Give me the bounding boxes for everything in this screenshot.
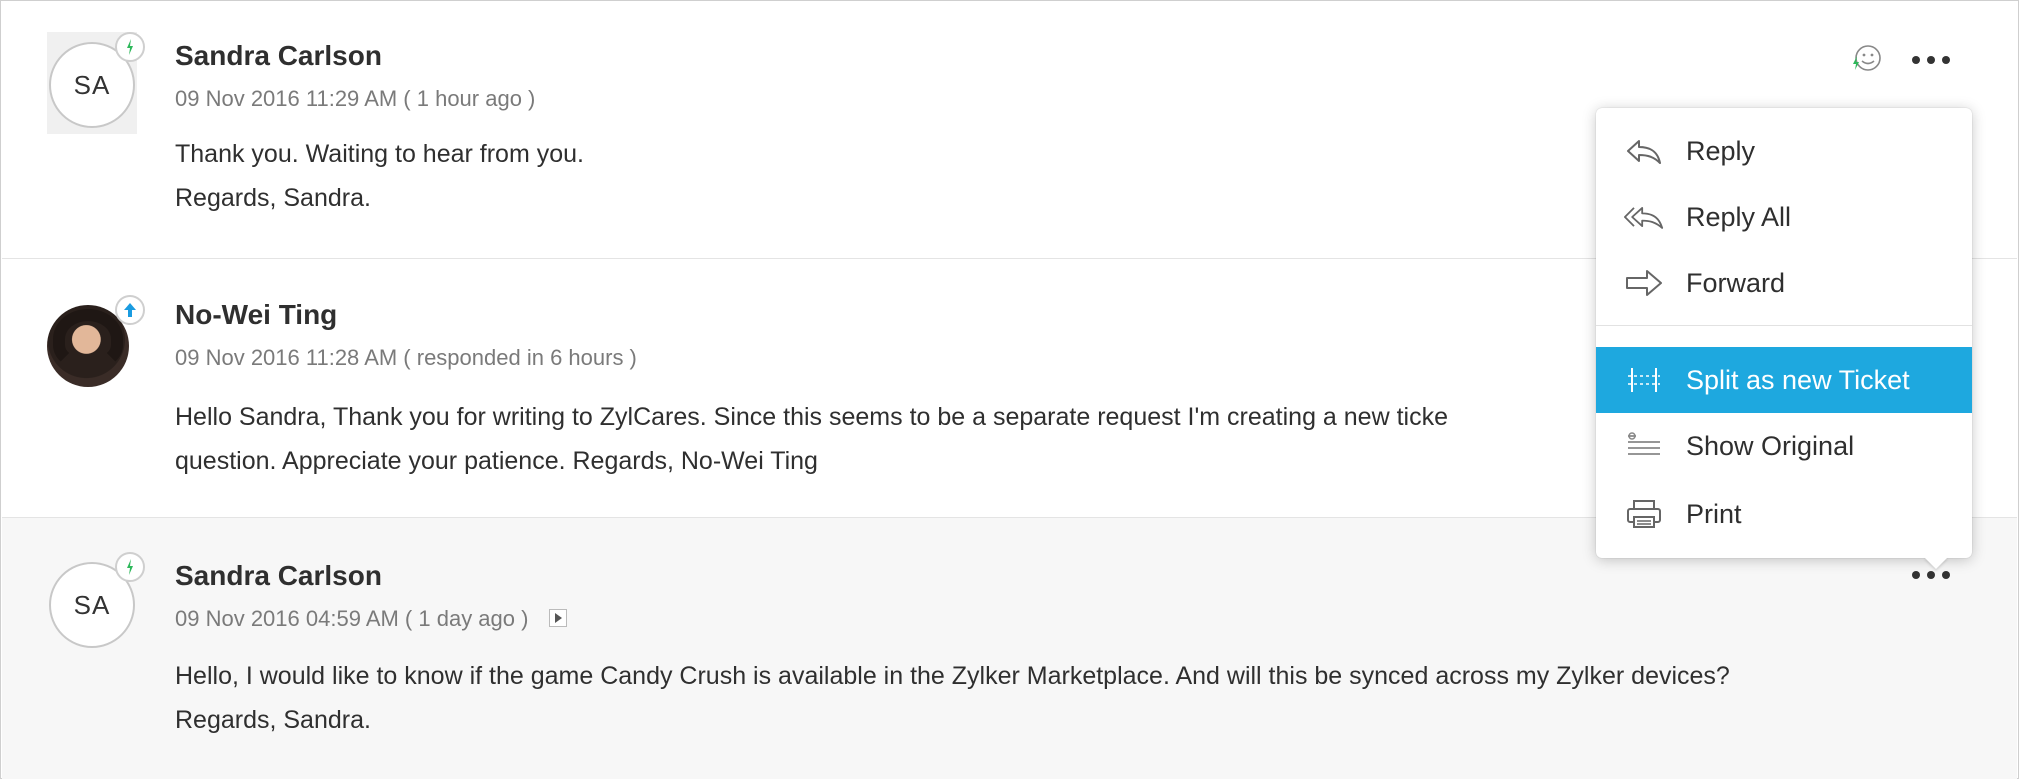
avatar-initials: SA xyxy=(73,589,111,620)
menu-divider xyxy=(1596,325,1972,326)
message-line: question. Appreciate your patience. Rega… xyxy=(175,447,818,475)
dot xyxy=(1927,56,1935,64)
expand-play-icon[interactable] xyxy=(548,609,567,628)
message-body: Hello Sandra, Thank you for writing to Z… xyxy=(175,395,1448,483)
dot xyxy=(1927,571,1935,579)
reply-icon xyxy=(1624,135,1664,167)
sentiment-emoji-icon[interactable] xyxy=(1848,42,1884,78)
avatar-initials: SA xyxy=(73,69,111,100)
timestamp: 09 Nov 2016 11:29 AM ( 1 hour ago ) xyxy=(175,86,536,111)
reply-all-icon xyxy=(1624,201,1664,233)
avatar-container: SA xyxy=(47,552,145,654)
dot xyxy=(1912,571,1920,579)
show-original-icon xyxy=(1624,430,1664,462)
message-line: Thank you. Waiting to hear from you. xyxy=(175,140,584,168)
sender-name: No-Wei Ting xyxy=(175,299,338,330)
arrow-up-icon xyxy=(124,303,136,317)
message-line: Regards, Sandra. xyxy=(175,184,371,212)
message-line: Regards, Sandra. xyxy=(175,706,371,734)
forward-icon xyxy=(1624,267,1664,299)
message-body: Thank you. Waiting to hear from you. Reg… xyxy=(175,132,584,220)
timestamp: 09 Nov 2016 11:28 AM ( responded in 6 ho… xyxy=(175,345,637,370)
message-body: Hello, I would like to know if the game … xyxy=(175,654,1730,742)
dot xyxy=(1942,571,1950,579)
arrow-down-icon xyxy=(127,559,133,575)
incoming-badge xyxy=(115,32,145,62)
menu-item-reply-all[interactable]: Reply All xyxy=(1596,184,1972,250)
outgoing-badge xyxy=(115,295,145,325)
message-line: Hello, I would like to know if the game … xyxy=(175,662,1730,690)
more-options-button[interactable] xyxy=(1908,48,1954,72)
menu-item-label: Reply xyxy=(1686,135,1756,166)
timestamp: 09 Nov 2016 04:59 AM ( 1 day ago ) xyxy=(175,606,529,631)
menu-item-label: Reply All xyxy=(1686,201,1792,232)
avatar-hair-shape xyxy=(53,309,123,369)
menu-item-label: Forward xyxy=(1686,267,1786,298)
split-icon xyxy=(1624,364,1664,396)
avatar-container: SA xyxy=(47,32,145,134)
message-line: Hello Sandra, Thank you for writing to Z… xyxy=(175,403,1448,431)
menu-item-label: Print xyxy=(1686,498,1742,529)
arrow-down-icon xyxy=(127,39,133,55)
menu-item-reply[interactable]: Reply xyxy=(1596,118,1972,184)
incoming-badge xyxy=(115,552,145,582)
menu-item-print[interactable]: Print xyxy=(1596,481,1972,547)
thread-actions-menu: Reply Reply All Forward Split as new Tic… xyxy=(1596,108,1972,558)
conversation-panel: SA Sandra Carlson 09 Nov 2016 11:29 AM (… xyxy=(0,0,2019,779)
menu-item-forward[interactable]: Forward xyxy=(1596,250,1972,316)
sender-name: Sandra Carlson xyxy=(175,40,382,71)
dot xyxy=(1942,56,1950,64)
menu-item-show-original[interactable]: Show Original xyxy=(1596,413,1972,479)
avatar-container xyxy=(47,295,145,397)
timestamp-row: 09 Nov 2016 04:59 AM ( 1 day ago ) xyxy=(175,606,567,632)
menu-item-label: Show Original xyxy=(1686,430,1855,461)
print-icon xyxy=(1624,498,1664,530)
menu-item-label: Split as new Ticket xyxy=(1686,364,1910,395)
dot xyxy=(1912,56,1920,64)
menu-item-split-as-new-ticket[interactable]: Split as new Ticket xyxy=(1596,347,1972,413)
sender-name: Sandra Carlson xyxy=(175,560,382,591)
